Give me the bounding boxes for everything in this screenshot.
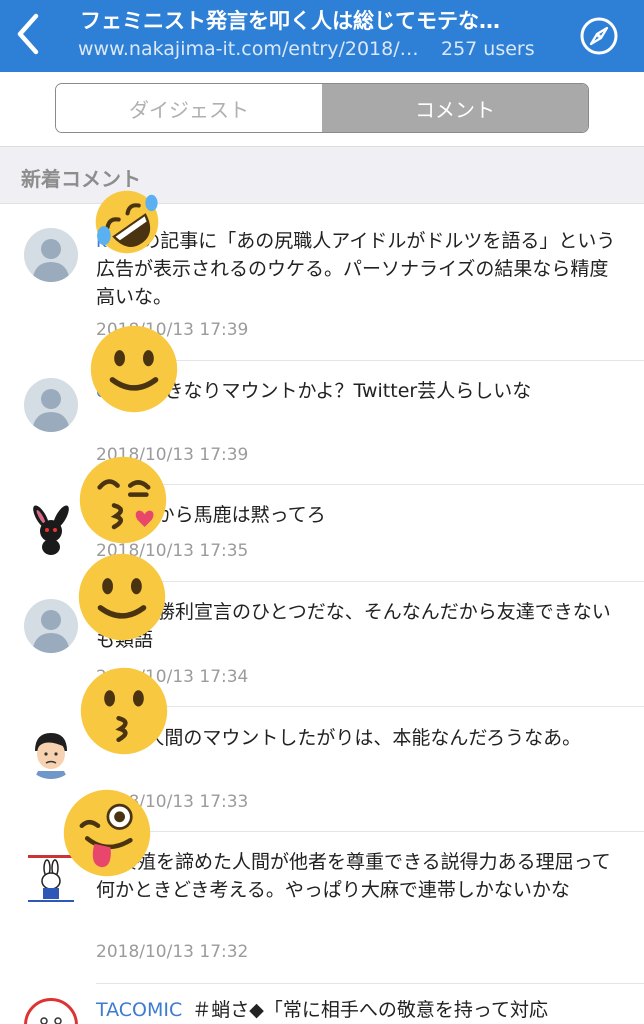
compass-icon [580, 17, 618, 55]
comment-body: u繁殖を諦めた人間が他者を尊重できる説得力ある理屈って何かときどき考える。やっぱ… [96, 848, 626, 904]
black-rabbit-avatar[interactable] [24, 503, 78, 557]
comment-timestamp: 2018/10/13 17:32 [96, 942, 249, 962]
comment-text: 三大勝利宣言のひとつだな、そんなんだから友達できないも類語 [96, 601, 611, 651]
open-in-safari-button[interactable] [578, 15, 620, 57]
default-avatar[interactable] [24, 378, 78, 432]
comment-text: いきなりマウントかよ？Twitter芸人らしいな [145, 380, 532, 402]
back-button[interactable] [8, 8, 48, 60]
kiss-emoji-icon [80, 667, 168, 755]
comment-body: u三大勝利宣言のひとつだな、そんなんだから友達できないも類語 [96, 598, 626, 654]
navigation-bar: フェミニスト発言を叩く人は総じてモテな… www.nakajima-it.com… [0, 0, 644, 72]
page-url: www.nakajima-it.com/entry/2018/1… [78, 38, 428, 60]
default-avatar[interactable] [24, 228, 78, 282]
comment-body: aいいから馬鹿は黙ってろ [96, 501, 626, 529]
smile-emoji-icon [78, 553, 166, 641]
zany-emoji-icon [63, 789, 151, 877]
bookmark-users-count: 257 users [441, 38, 535, 60]
tacomic-avatar[interactable] [24, 998, 78, 1024]
default-avatar[interactable] [24, 599, 78, 653]
comment-text: 人間のマウントしたがりは、本能なんだろうなあ。 [145, 727, 582, 749]
worried-man-avatar[interactable] [24, 725, 78, 779]
rofl-emoji-icon [95, 190, 159, 254]
comment-body: kiこの記事に「あの尻職人アイドルがドルツを語る」という広告が表示されるのウケる… [96, 227, 626, 311]
tab-switcher: ダイジェスト コメント [55, 83, 589, 133]
comment-text: ＃蛸さ◆「常に相手への敬意を持って対応 [192, 999, 548, 1021]
comment-text: この記事に「あの尻職人アイドルがドルツを語る」という広告が表示されるのウケる。パ… [96, 230, 616, 308]
tab-digest[interactable]: ダイジェスト [56, 84, 322, 132]
comment-row[interactable]: TACOMIC ＃蛸さ◆「常に相手への敬意を持って対応 [0, 984, 644, 1024]
page-title: フェミニスト発言を叩く人は総じてモテな… [80, 9, 500, 33]
chevron-left-icon [17, 13, 39, 55]
comment-username[interactable]: TACOMIC [96, 999, 182, 1021]
tab-comment[interactable]: コメント [322, 84, 588, 132]
comment-body: TACOMIC ＃蛸さ◆「常に相手への敬意を持って対応 [96, 996, 626, 1024]
smile-emoji-icon [90, 325, 178, 413]
comment-text: 繁殖を諦めた人間が他者を尊重できる説得力ある理屈って何かときどき考える。やっぱり… [96, 851, 611, 901]
comment-body: shi9人間のマウントしたがりは、本能なんだろうなあ。 [96, 724, 626, 752]
wink-kiss-emoji-icon [79, 456, 167, 544]
